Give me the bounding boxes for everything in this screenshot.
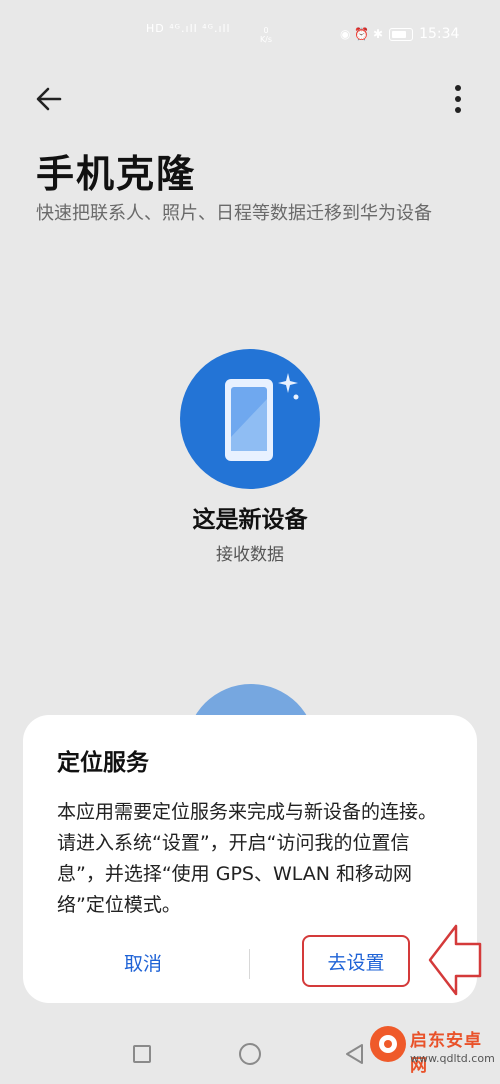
watermark: 启东安卓网 www.qdltd.com bbox=[370, 1022, 496, 1082]
watermark-url: www.qdltd.com bbox=[410, 1052, 495, 1065]
arrow-left-icon bbox=[36, 87, 62, 111]
dialog-message: 本应用需要定位服务来完成与新设备的连接。请进入系统“设置”，开启“访问我的位置信… bbox=[57, 801, 438, 916]
button-divider bbox=[249, 949, 250, 979]
battery-icon bbox=[389, 27, 414, 41]
cancel-button[interactable]: 取消 bbox=[73, 947, 213, 981]
speed-unit: K/s bbox=[259, 35, 273, 44]
page-title: 手机克隆 bbox=[36, 152, 197, 196]
new-device-option[interactable] bbox=[180, 349, 320, 489]
new-device-title: 这是新设备 bbox=[192, 507, 308, 533]
location-service-dialog: 定位服务 本应用需要定位服务来完成与新设备的连接。请进入系统“设置”，开启“访问… bbox=[23, 715, 477, 1003]
watermark-name: 启东安卓网 bbox=[410, 1031, 482, 1076]
watermark-logo-icon bbox=[370, 1026, 406, 1062]
speed-value: 0 bbox=[263, 26, 269, 35]
clock: 15:34 bbox=[419, 26, 460, 42]
status-bar: HD ⁴ᴳ.ıll ⁴ᴳ.ıll 0 K/s ◉ ⏰ ✱ 15:34 bbox=[0, 0, 500, 70]
dialog-title: 定位服务 bbox=[57, 750, 149, 776]
home-button[interactable] bbox=[239, 1043, 261, 1065]
go-to-settings-button[interactable]: 去设置 bbox=[302, 935, 410, 987]
recent-apps-button[interactable] bbox=[133, 1045, 151, 1063]
status-glyphs: ◉ ⏰ ✱ bbox=[340, 27, 384, 41]
new-device-subtitle: 接收数据 bbox=[216, 545, 284, 565]
back-button[interactable] bbox=[30, 80, 70, 120]
phone-sparkle-icon bbox=[225, 373, 299, 461]
page-subtitle: 快速把联系人、照片、日程等数据迁移到华为设备 bbox=[36, 203, 432, 224]
phone-clone-screen: HD ⁴ᴳ.ıll ⁴ᴳ.ıll 0 K/s ◉ ⏰ ✱ 15:34 手机克隆 … bbox=[0, 0, 500, 1084]
network-indicators: HD ⁴ᴳ.ıll ⁴ᴳ.ıll bbox=[146, 22, 231, 35]
status-icons: ◉ ⏰ ✱ 15:34 bbox=[340, 26, 459, 42]
more-vertical-icon bbox=[455, 85, 461, 113]
annotation-arrow-icon bbox=[428, 924, 482, 996]
nav-back-icon[interactable] bbox=[344, 1043, 364, 1065]
more-options-button[interactable] bbox=[442, 80, 472, 120]
network-speed: 0 K/s bbox=[256, 26, 276, 44]
